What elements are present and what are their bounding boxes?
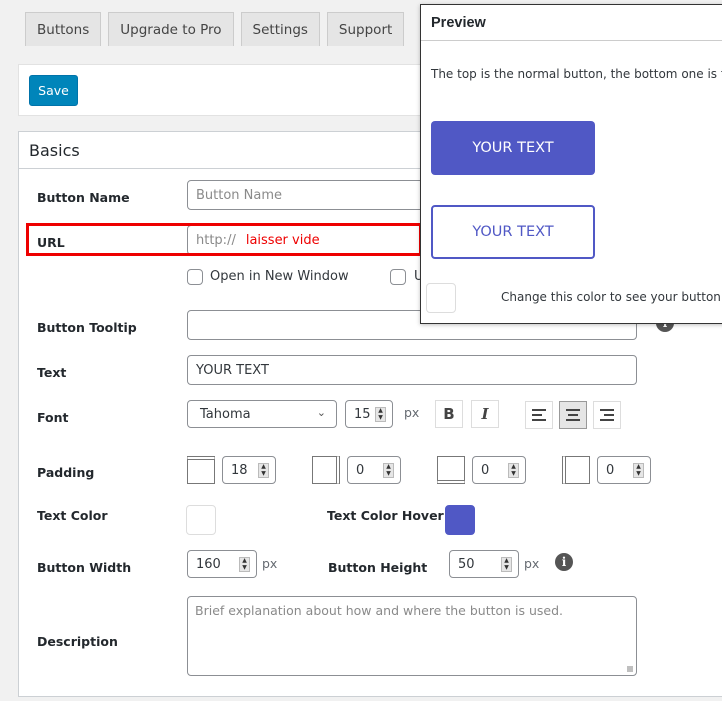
chevron-down-icon: ⌄ [316,406,326,419]
font-family-select[interactable]: Tahoma ⌄ [187,400,337,428]
align-center-button[interactable] [559,401,587,429]
bold-button[interactable]: B [435,400,463,428]
font-size-unit: px [404,405,420,420]
preview-background-color-swatch[interactable] [426,283,456,313]
resize-handle-icon[interactable] [627,666,633,672]
tab-settings[interactable]: Settings [240,12,320,46]
button-height-input[interactable]: 50 ▲ ▼ [449,550,519,578]
preview-normal-button[interactable]: YOUR TEXT [431,121,595,175]
align-center-icon [566,409,580,421]
padding-right-stepper[interactable]: ▲ ▼ [383,463,394,478]
padding-bottom-value: 0 [481,462,490,478]
second-checkbox[interactable] [390,269,406,285]
padding-left-input[interactable]: 0 ▲ ▼ [597,456,651,484]
description-label: Description [37,634,118,649]
align-left-icon [532,409,546,421]
padding-right-icon [312,456,340,484]
open-new-window-checkbox[interactable] [187,269,203,285]
preview-title: Preview [421,5,722,41]
button-width-input[interactable]: 160 ▲ ▼ [187,550,257,578]
text-input[interactable]: YOUR TEXT [187,355,637,385]
tab-upgrade-to-pro[interactable]: Upgrade to Pro [108,12,234,46]
description-textarea[interactable]: Brief explanation about how and where th… [187,596,637,676]
url-placeholder: http:// [196,232,236,248]
button-name-label: Button Name [37,190,130,205]
text-label: Text [37,365,67,380]
font-size-input[interactable]: 15 ▲ ▼ [345,400,393,428]
padding-left-stepper[interactable]: ▲ ▼ [633,463,644,478]
nav-tabs: Buttons Upgrade to Pro Settings Support [25,12,405,46]
font-size-value: 15 [354,406,371,422]
button-height-label: Button Height [328,560,428,575]
align-right-button[interactable] [593,401,621,429]
button-height-stepper[interactable]: ▲ ▼ [501,557,512,572]
open-new-window-label: Open in New Window [210,269,349,284]
text-color-swatch[interactable] [186,505,216,535]
padding-bottom-stepper[interactable]: ▲ ▼ [508,463,519,478]
tab-buttons[interactable]: Buttons [25,12,102,46]
padding-left-value: 0 [606,462,615,478]
text-color-hover-swatch[interactable] [445,505,475,535]
button-width-unit: px [262,556,278,571]
italic-button[interactable]: I [471,400,499,428]
button-height-unit: px [524,556,540,571]
preview-panel: Preview The top is the normal button, th… [420,4,722,324]
button-width-value: 160 [196,556,221,572]
button-width-label: Button Width [37,560,132,575]
padding-bottom-icon [437,456,465,484]
save-button[interactable]: Save [29,75,78,106]
padding-right-input[interactable]: 0 ▲ ▼ [347,456,401,484]
padding-left-icon [562,456,590,484]
tab-support[interactable]: Support [326,12,405,46]
description-placeholder: Brief explanation about how and where th… [195,603,564,618]
button-name-placeholder: Button Name [196,187,283,203]
button-width-stepper[interactable]: ▲ ▼ [239,557,250,572]
padding-bottom-input[interactable]: 0 ▲ ▼ [472,456,526,484]
padding-label: Padding [37,465,95,480]
preview-description: The top is the normal button, the bottom… [431,67,722,81]
padding-right-value: 0 [356,462,365,478]
padding-top-value: 18 [231,462,248,478]
padding-top-icon [187,456,215,484]
align-right-icon [600,409,614,421]
tooltip-label: Button Tooltip [37,320,137,335]
preview-hover-button[interactable]: YOUR TEXT [431,205,595,259]
size-info-icon[interactable]: i [555,553,573,571]
padding-top-input[interactable]: 18 ▲ ▼ [222,456,276,484]
align-left-button[interactable] [525,401,553,429]
button-height-value: 50 [458,556,475,572]
font-size-stepper[interactable]: ▲ ▼ [375,407,386,422]
font-family-value: Tahoma [200,406,251,422]
preview-background-label: Change this color to see your button on … [501,290,722,304]
text-color-hover-label: Text Color Hover [327,508,444,523]
padding-top-stepper[interactable]: ▲ ▼ [258,463,269,478]
url-label: URL [37,235,65,250]
text-input-value: YOUR TEXT [196,362,269,378]
url-annotation: laisser vide [245,232,320,248]
font-label: Font [37,410,69,425]
text-color-label: Text Color [37,508,108,523]
